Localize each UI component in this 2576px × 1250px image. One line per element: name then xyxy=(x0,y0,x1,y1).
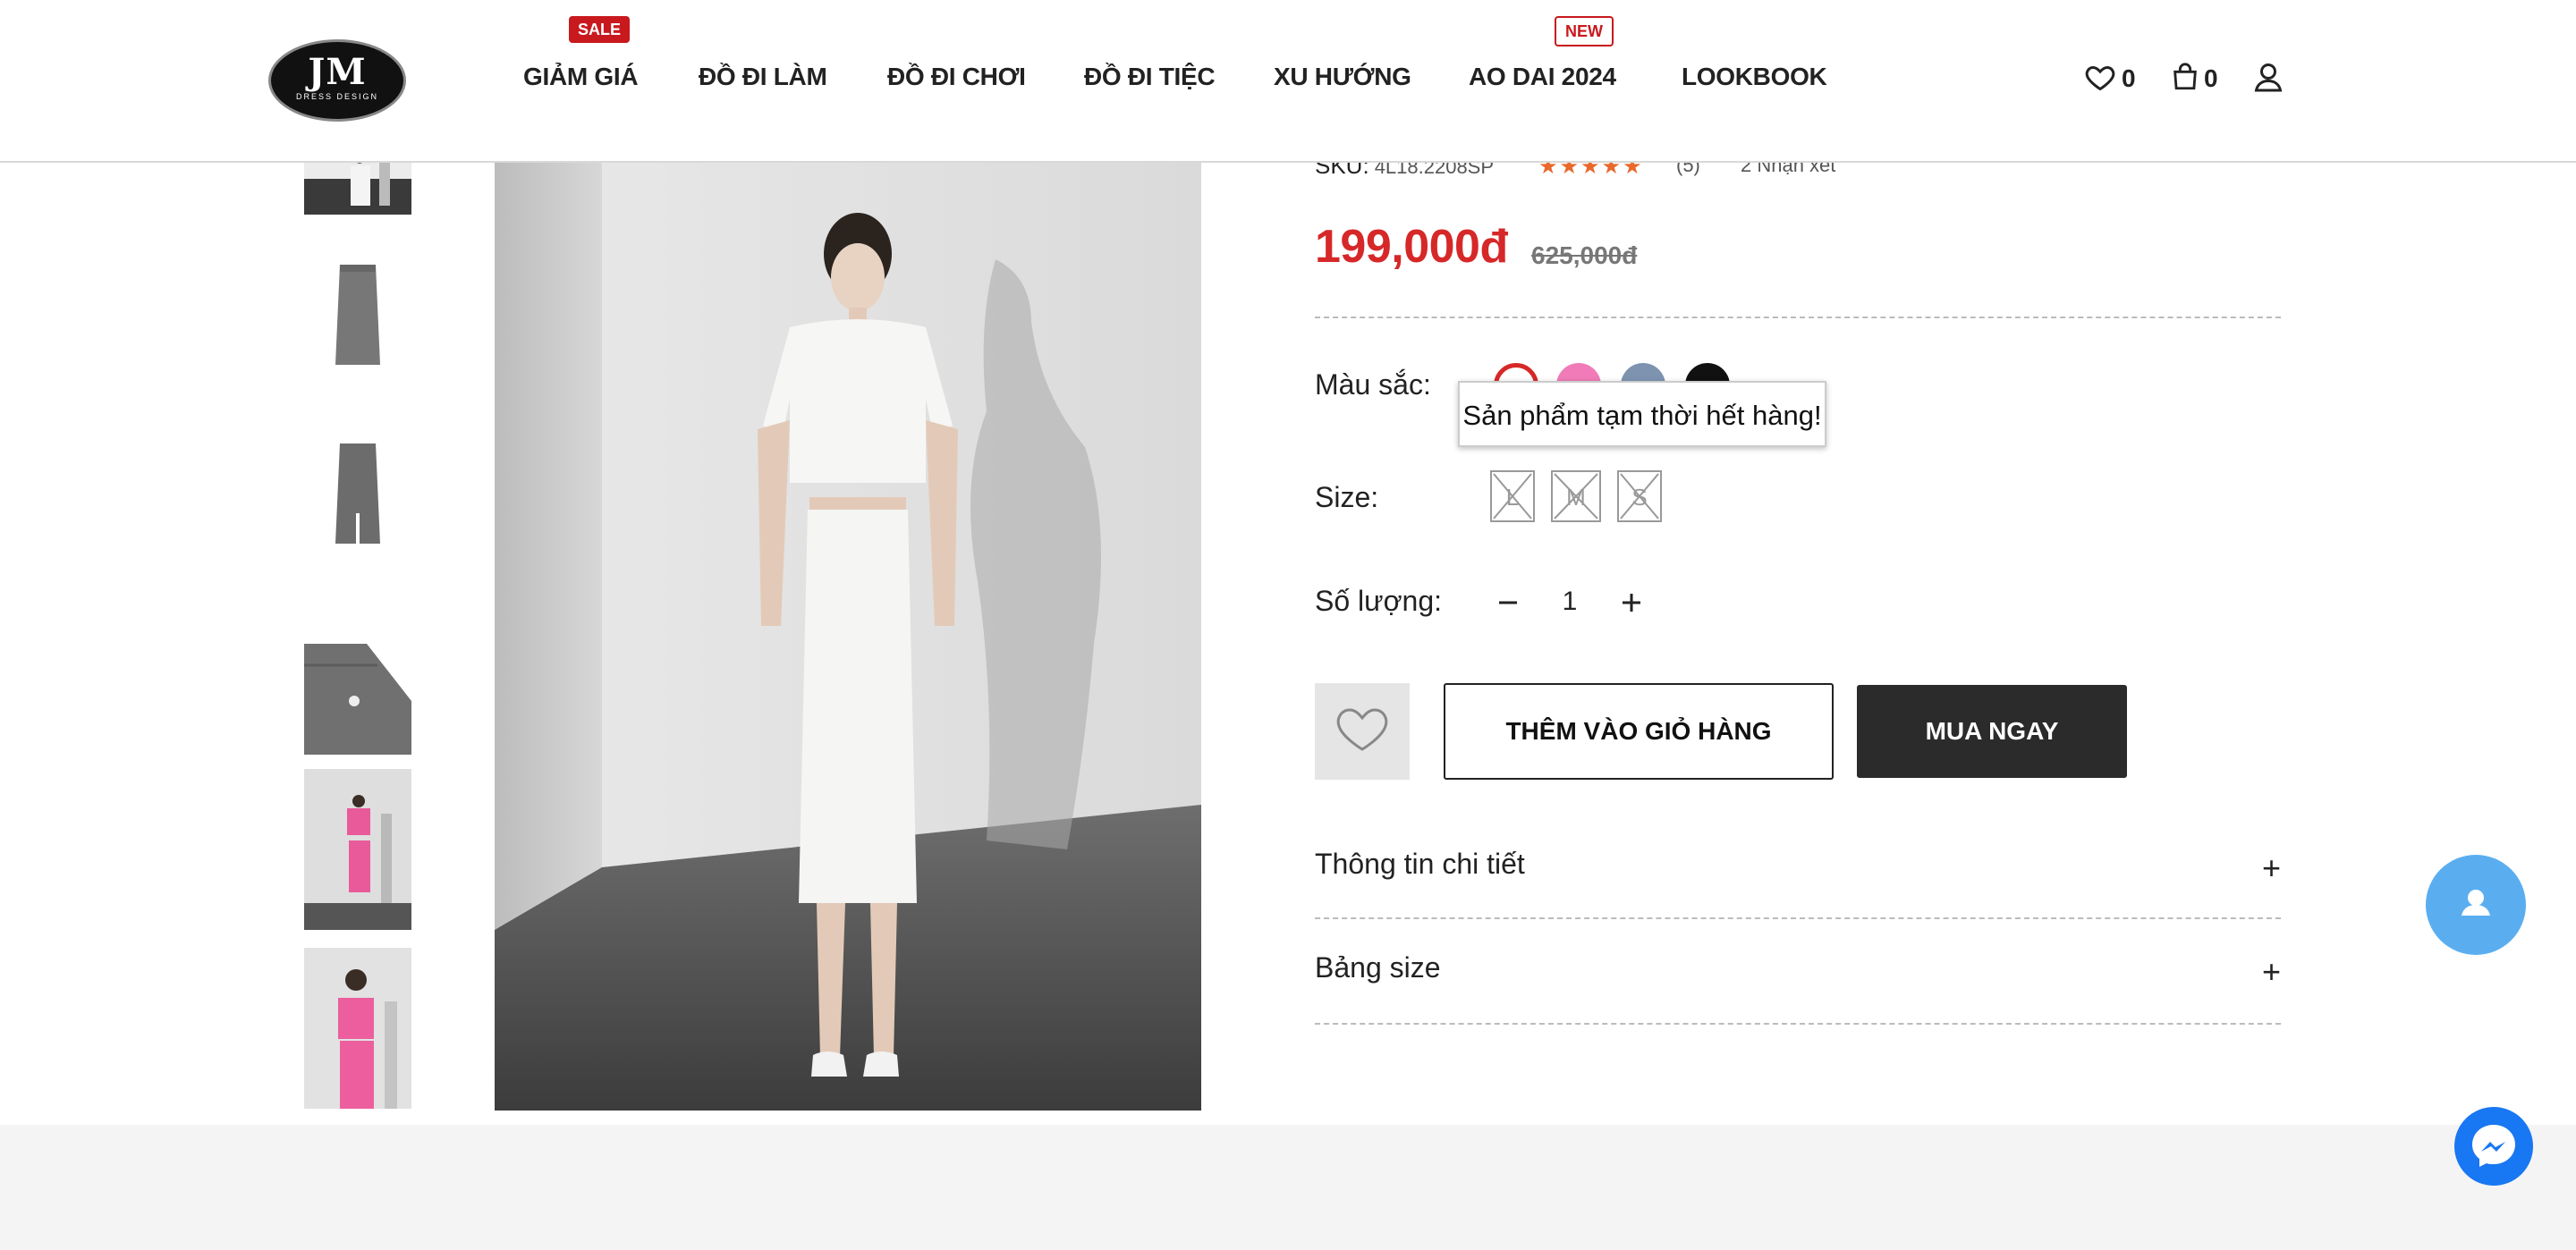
size-option-l[interactable]: L xyxy=(1490,470,1535,522)
nav-trends[interactable]: XU HƯỚNG xyxy=(1274,63,1411,91)
accordion-title: Thông tin chi tiết xyxy=(1315,848,1525,880)
heart-icon[interactable] xyxy=(2084,61,2116,97)
sale-price: 199,000đ xyxy=(1315,221,1508,273)
size-option-m[interactable]: M xyxy=(1551,470,1601,522)
add-to-cart-button[interactable]: THÊM VÀO GIỎ HÀNG xyxy=(1444,683,1834,780)
color-label: Màu sắc: xyxy=(1315,368,1431,401)
new-badge: NEW xyxy=(1555,16,1614,46)
quantity-value[interactable]: 1 xyxy=(1556,587,1583,617)
person-icon xyxy=(2462,890,2490,916)
wishlist-count: 0 xyxy=(2122,64,2136,92)
thumbnail-grey-skirt-front[interactable] xyxy=(304,236,411,397)
accordion-product-details[interactable]: Thông tin chi tiết + xyxy=(1315,848,2281,886)
nav-party-wear[interactable]: ĐỒ ĐI TIỆC xyxy=(1084,63,1216,91)
quantity-decrease-button[interactable] xyxy=(1490,585,1526,621)
logo-sub: DRESS DESIGN xyxy=(295,92,378,101)
cart-count: 0 xyxy=(2204,64,2218,92)
divider xyxy=(1315,1023,2281,1025)
thumbnail-pink-set-half[interactable] xyxy=(304,948,411,1109)
out-of-stock-tooltip: Sản phẩm tạm thời hết hàng! xyxy=(1458,381,1826,447)
plus-icon: + xyxy=(2261,849,2281,886)
quantity-increase-button[interactable] xyxy=(1614,585,1649,621)
minus-icon xyxy=(1499,601,1517,604)
nav-work-wear[interactable]: ĐỒ ĐI LÀM xyxy=(699,63,827,91)
sale-badge: SALE xyxy=(569,16,631,43)
thumbnail-grey-skirt-back[interactable] xyxy=(304,415,411,576)
original-price: 625,000đ xyxy=(1531,241,1638,269)
size-option-s[interactable]: S xyxy=(1617,470,1662,522)
unavailable-cross-icon xyxy=(1554,473,1598,519)
thumbnail-fabric-detail[interactable] xyxy=(304,594,411,755)
messenger-icon xyxy=(2472,1125,2515,1167)
site-header: JM DRESS DESIGN SALE NEW GIẢM GIÁ ĐỒ ĐI … xyxy=(0,0,2576,163)
contact-fab-button[interactable] xyxy=(2426,855,2526,955)
heart-icon xyxy=(1336,708,1388,751)
divider xyxy=(1315,317,2281,318)
accordion-title: Bảng size xyxy=(1315,951,1441,984)
nav-sale[interactable]: GIẢM GIÁ xyxy=(523,63,639,91)
size-label: Size: xyxy=(1315,481,1379,513)
nav-casual-wear[interactable]: ĐỒ ĐI CHƠI xyxy=(887,63,1026,91)
accordion-size-chart[interactable]: Bảng size + xyxy=(1315,951,2281,990)
thumbnail-pink-set-full[interactable] xyxy=(304,769,411,930)
add-to-wishlist-button[interactable] xyxy=(1315,683,1410,780)
user-icon[interactable] xyxy=(2252,61,2284,97)
nav-lookbook[interactable]: LOOKBOOK xyxy=(1682,63,1827,91)
plus-icon xyxy=(1623,594,1640,612)
messenger-chat-button[interactable] xyxy=(2454,1107,2533,1186)
buy-now-button[interactable]: MUA NGAY xyxy=(1857,685,2127,778)
nav-ao-dai[interactable]: AO DAI 2024 xyxy=(1469,63,1616,91)
brand-logo[interactable]: JM DRESS DESIGN xyxy=(268,39,406,122)
bag-icon[interactable] xyxy=(2170,61,2200,97)
footer-background xyxy=(0,1125,2576,1250)
logo-main: JM xyxy=(308,51,367,93)
unavailable-cross-icon xyxy=(1493,473,1532,519)
quantity-label: Số lượng: xyxy=(1315,585,1443,617)
divider xyxy=(1315,917,2281,919)
unavailable-cross-icon xyxy=(1620,473,1659,519)
plus-icon: + xyxy=(2261,953,2281,990)
main-product-image[interactable] xyxy=(495,161,1201,1111)
